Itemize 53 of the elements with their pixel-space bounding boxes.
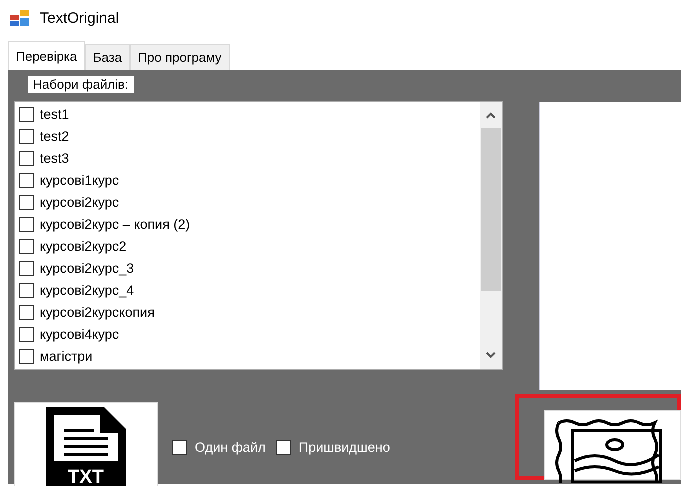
file-set-item[interactable]: курсові2курс – копия (2) [19,214,476,236]
option-label: Пришвидшено [298,440,390,455]
tab[interactable]: База [85,44,130,70]
app-icon [10,10,30,26]
scroll-up-icon[interactable] [485,111,497,119]
tab[interactable]: Перевірка [8,41,86,70]
file-set-name: курсові1курс [40,173,120,188]
option-checkbox[interactable]: Пришвидшено [276,440,390,455]
file-set-name: курсові2курс2 [40,238,127,254]
file-set-name: магістри [40,348,93,364]
checkbox[interactable] [19,304,34,320]
file-set-name: курсові2курскопия [40,304,155,320]
file-set-item[interactable]: курсові4курс [19,323,476,346]
file-set-item[interactable]: курсові2курс2 [19,236,476,258]
file-set-item[interactable]: test1 [19,104,476,126]
checkbox[interactable] [19,238,34,254]
file-set-name: test2 [40,129,70,144]
file-set-item[interactable]: курсові1курс [19,170,476,192]
file-set-item[interactable]: test3 [19,148,476,170]
file-set-item[interactable]: курсові2курскопия [19,301,476,324]
checkbox[interactable] [19,260,34,276]
checkbox[interactable] [19,348,34,364]
checkbox[interactable] [19,195,34,210]
checkbox[interactable] [19,282,34,298]
file-set-name: курсові2курс_3 [40,260,134,276]
option-checkbox[interactable]: Один файл [172,440,266,455]
file-set-name: курсові4курс [40,326,120,342]
checkbox[interactable] [19,326,34,342]
checkbox[interactable] [19,217,34,232]
checkbox[interactable] [19,107,34,122]
file-set-name: test1 [40,107,70,122]
file-set-item[interactable]: курсові2курс [19,192,476,214]
file-set-item[interactable]: test2 [19,126,476,148]
file-set-name: test3 [40,151,70,166]
checkbox[interactable] [19,129,34,144]
checkbox[interactable] [19,173,34,188]
file-set-name: курсові2курс – копия (2) [40,217,190,232]
scroll-down-icon[interactable] [485,352,497,360]
checkbox[interactable] [172,440,187,455]
file-set-item[interactable]: магістри [19,345,476,368]
scrollbar[interactable] [480,102,502,369]
tab[interactable]: Про програму [130,44,230,70]
window-title: TextOriginal [40,10,120,26]
file-set-item[interactable]: курсові2курс_3 [19,257,476,280]
file-set-item[interactable]: курсові2курс_4 [19,279,476,302]
image-button[interactable] [544,410,681,480]
file-set-name: курсові2курс [40,195,120,210]
option-label: Один файл [195,440,266,455]
checkbox[interactable] [19,151,34,166]
txt-file-button[interactable]: TXT [14,402,158,486]
checkbox[interactable] [276,440,291,455]
file-sets-label: Набори файлів: [28,76,134,93]
file-set-name: курсові2курс_4 [40,282,134,298]
